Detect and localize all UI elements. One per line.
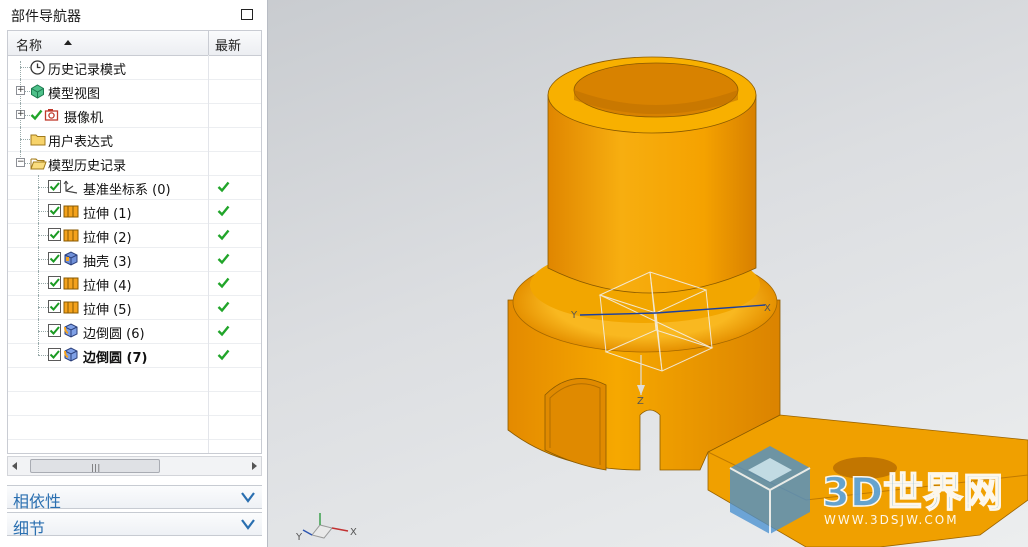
maximize-icon[interactable] xyxy=(241,9,253,20)
chevron-down-icon[interactable] xyxy=(240,517,256,535)
extrude-icon xyxy=(63,204,79,222)
tree-empty-row xyxy=(8,415,261,440)
tree-row-feature[interactable]: 拉伸 (4) xyxy=(8,271,261,296)
visibility-checkbox[interactable] xyxy=(48,204,61,217)
triad-x-label: X xyxy=(350,527,357,538)
expand-icon[interactable]: + xyxy=(16,86,25,95)
tree-row-history-mode[interactable]: 历史记录模式 xyxy=(8,55,261,80)
tree-empty-row xyxy=(8,391,261,416)
tree-item-label: 抽壳 (3) xyxy=(83,255,132,270)
expand-icon[interactable]: + xyxy=(16,110,25,119)
up-to-date-check-icon xyxy=(217,324,230,341)
tree-row-model-history[interactable]: − 模型历史记录 xyxy=(8,151,261,176)
tree-row-feature[interactable]: 拉伸 (5) xyxy=(8,295,261,320)
tree-item-label: 摄像机 xyxy=(64,111,104,126)
up-to-date-check-icon xyxy=(217,204,230,221)
check-icon xyxy=(30,108,43,125)
tree-item-label: 历史记录模式 xyxy=(48,63,127,78)
column-header-latest[interactable]: 最新 xyxy=(215,35,241,54)
tree-row-feature[interactable]: 抽壳 (3) xyxy=(8,247,261,272)
chevron-down-icon[interactable] xyxy=(240,490,256,508)
visibility-checkbox[interactable] xyxy=(48,300,61,313)
model-view-icon xyxy=(30,84,45,103)
section-title: 细节 xyxy=(13,519,46,538)
up-to-date-check-icon xyxy=(217,228,230,245)
section-details[interactable]: 细节 xyxy=(7,512,262,538)
visibility-checkbox[interactable] xyxy=(48,252,61,265)
tree-row-user-expressions[interactable]: 用户表达式 xyxy=(8,127,261,152)
extrude-icon xyxy=(63,228,79,246)
visibility-checkbox[interactable] xyxy=(48,180,61,193)
visibility-checkbox[interactable] xyxy=(48,228,61,241)
folder-open-icon xyxy=(30,156,47,174)
tree-row-feature[interactable]: 拉伸 (2) xyxy=(8,223,261,248)
visibility-checkbox[interactable] xyxy=(48,348,61,361)
navigator-tree: 名称 最新 历史记录模式 + 模型视图 + 摄像机 用户表达式 − 模型历史记录… xyxy=(7,30,262,454)
graphics-viewport[interactable]: X Y Z X Y 3D世界网 WWW.3DSJW.COM xyxy=(268,0,1028,547)
view-triad: X Y xyxy=(295,513,357,543)
visibility-checkbox[interactable] xyxy=(48,276,61,289)
tree-item-label: 模型历史记录 xyxy=(48,159,127,174)
up-to-date-check-icon xyxy=(217,276,230,293)
tree-row-feature[interactable]: 基准坐标系 (0) xyxy=(8,175,261,200)
clock-icon xyxy=(30,60,45,79)
tree-item-label: 拉伸 (2) xyxy=(83,231,132,246)
y-axis-label: Y xyxy=(570,310,578,321)
sort-ascending-icon xyxy=(64,40,72,45)
watermark-url: WWW.3DSJW.COM xyxy=(824,513,959,527)
edge-blend-icon xyxy=(63,347,79,366)
up-to-date-check-icon xyxy=(217,252,230,269)
base-cutout xyxy=(544,378,607,471)
scroll-left-icon[interactable] xyxy=(12,462,17,470)
scroll-right-icon[interactable] xyxy=(252,462,257,470)
tree-item-label: 拉伸 (1) xyxy=(83,207,132,222)
tree-item-label: 边倒圆 (6) xyxy=(83,327,145,342)
up-to-date-check-icon xyxy=(217,180,230,197)
tree-row-feature[interactable]: 拉伸 (1) xyxy=(8,199,261,224)
x-axis-label: X xyxy=(764,303,771,314)
visibility-checkbox[interactable] xyxy=(48,324,61,337)
scrollbar-thumb[interactable]: | | | xyxy=(30,459,160,473)
horizontal-scrollbar[interactable]: | | | xyxy=(7,456,262,476)
watermark-title: 3D世界网 xyxy=(822,470,1003,516)
shell-icon xyxy=(63,251,79,270)
tree-row-model-views[interactable]: + 模型视图 xyxy=(8,79,261,104)
triad-y-label: Y xyxy=(295,532,303,543)
tree-item-label: 拉伸 (4) xyxy=(83,279,132,294)
tree-item-label: 模型视图 xyxy=(48,87,101,102)
tree-empty-row xyxy=(8,439,261,453)
section-dependencies[interactable]: 相依性 xyxy=(7,485,262,511)
navigator-title: 部件导航器 xyxy=(11,9,81,25)
extrude-icon xyxy=(63,276,79,294)
edge-blend-icon xyxy=(63,323,79,342)
part-navigator-panel: 部件导航器 名称 最新 历史记录模式 + 模型视图 + 摄像机 用户表达式 − … xyxy=(0,0,268,547)
part-model[interactable]: X Y Z X Y 3D世界网 WWW.3DSJW.COM xyxy=(268,0,1028,547)
tree-item-label: 拉伸 (5) xyxy=(83,303,132,318)
camera-icon xyxy=(44,107,60,127)
folder-icon xyxy=(30,132,46,150)
navigator-title-bar: 部件导航器 xyxy=(0,0,268,30)
up-to-date-check-icon xyxy=(217,300,230,317)
tree-item-label: 基准坐标系 (0) xyxy=(83,183,171,198)
tree-header: 名称 最新 xyxy=(8,31,261,56)
tree-item-label: 用户表达式 xyxy=(48,135,114,150)
extrude-icon xyxy=(63,300,79,318)
tree-row-feature-current[interactable]: 边倒圆 (7) xyxy=(8,343,261,368)
tree-empty-row xyxy=(8,367,261,392)
collapse-icon[interactable]: − xyxy=(16,158,25,167)
tree-row-feature[interactable]: 边倒圆 (6) xyxy=(8,319,261,344)
up-to-date-check-icon xyxy=(217,348,230,365)
tree-row-camera[interactable]: + 摄像机 xyxy=(8,103,261,128)
column-header-name[interactable]: 名称 xyxy=(16,35,42,54)
tree-item-label: 边倒圆 (7) xyxy=(83,351,148,366)
datum-csys-icon xyxy=(63,179,79,199)
z-axis-label: Z xyxy=(637,396,644,407)
section-title: 相依性 xyxy=(13,492,62,511)
